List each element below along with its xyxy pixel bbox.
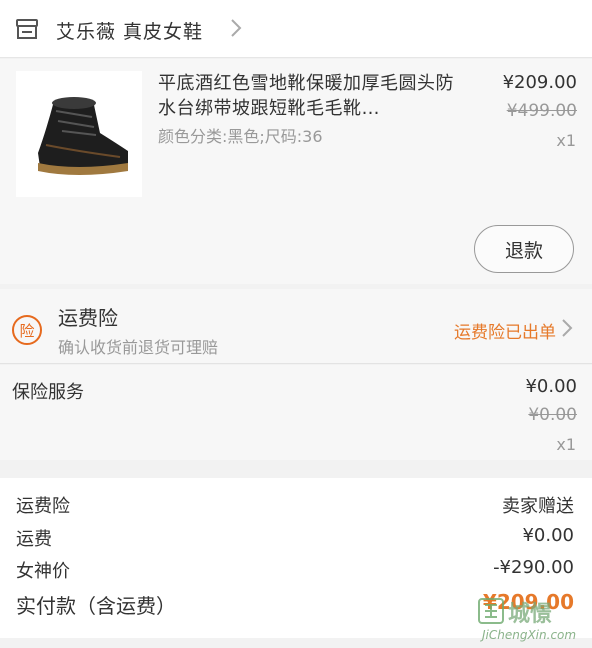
item-price: ¥209.00 (502, 72, 577, 93)
total-label: 实付款（含运费） (16, 594, 176, 618)
order-item[interactable]: 平底酒红色雪地靴保暖加厚毛圆头防水台绑带坡跟短靴毛毛靴… 颜色分类:黑色;尺码:… (0, 59, 592, 284)
store-icon (16, 19, 38, 39)
store-name[interactable]: 艾乐薇 真皮女鞋 (56, 17, 203, 44)
summary-label: 运费 (16, 529, 52, 550)
chevron-right-icon[interactable] (228, 17, 244, 39)
summary-label: 运费险 (16, 496, 70, 517)
watermark: 城憬 JiChengXin.com (478, 596, 590, 646)
insurance-badge-icon: 险 (12, 315, 42, 345)
product-image[interactable] (16, 71, 142, 197)
shipping-insurance-row[interactable]: 险 运费险 确认收货前退货可理赔 运费险已出单 (0, 289, 592, 364)
insurance-subtitle: 确认收货前退货可理赔 (58, 338, 219, 357)
summary-label: 女神价 (16, 561, 70, 582)
service-quantity: x1 (556, 435, 576, 454)
item-original-price: ¥499.00 (506, 101, 577, 121)
watermark-logo-icon (478, 598, 504, 624)
item-quantity: x1 (556, 131, 576, 150)
chevron-right-icon[interactable] (560, 318, 574, 338)
service-label: 保险服务 (12, 382, 84, 403)
insurance-service-row: 保险服务 ¥0.00 ¥0.00 x1 (0, 365, 592, 460)
summary-row-discount: 女神价 -¥290.00 (0, 555, 592, 583)
boot-icon (38, 97, 128, 175)
store-header[interactable]: 艾乐薇 真皮女鞋 (0, 0, 592, 58)
refund-button[interactable]: 退款 (474, 225, 574, 273)
product-spec: 颜色分类:黑色;尺码:36 (158, 127, 323, 146)
insurance-title: 运费险 (58, 306, 118, 330)
service-original-price: ¥0.00 (528, 405, 577, 425)
service-price: ¥0.00 (525, 376, 577, 397)
summary-row-shipping: 运费 ¥0.00 (0, 523, 592, 551)
watermark-text: 城憬 (508, 602, 553, 627)
summary-value: ¥0.00 (522, 525, 574, 546)
product-title[interactable]: 平底酒红色雪地靴保暖加厚毛圆头防水台绑带坡跟短靴毛毛靴… (158, 71, 458, 121)
summary-value: 卖家赠送 (502, 496, 574, 517)
summary-row-insurance: 运费险 卖家赠送 (0, 490, 592, 518)
insurance-status[interactable]: 运费险已出单 (454, 318, 556, 343)
watermark-url: JiChengXin.com (482, 628, 577, 642)
summary-value: -¥290.00 (493, 557, 574, 578)
